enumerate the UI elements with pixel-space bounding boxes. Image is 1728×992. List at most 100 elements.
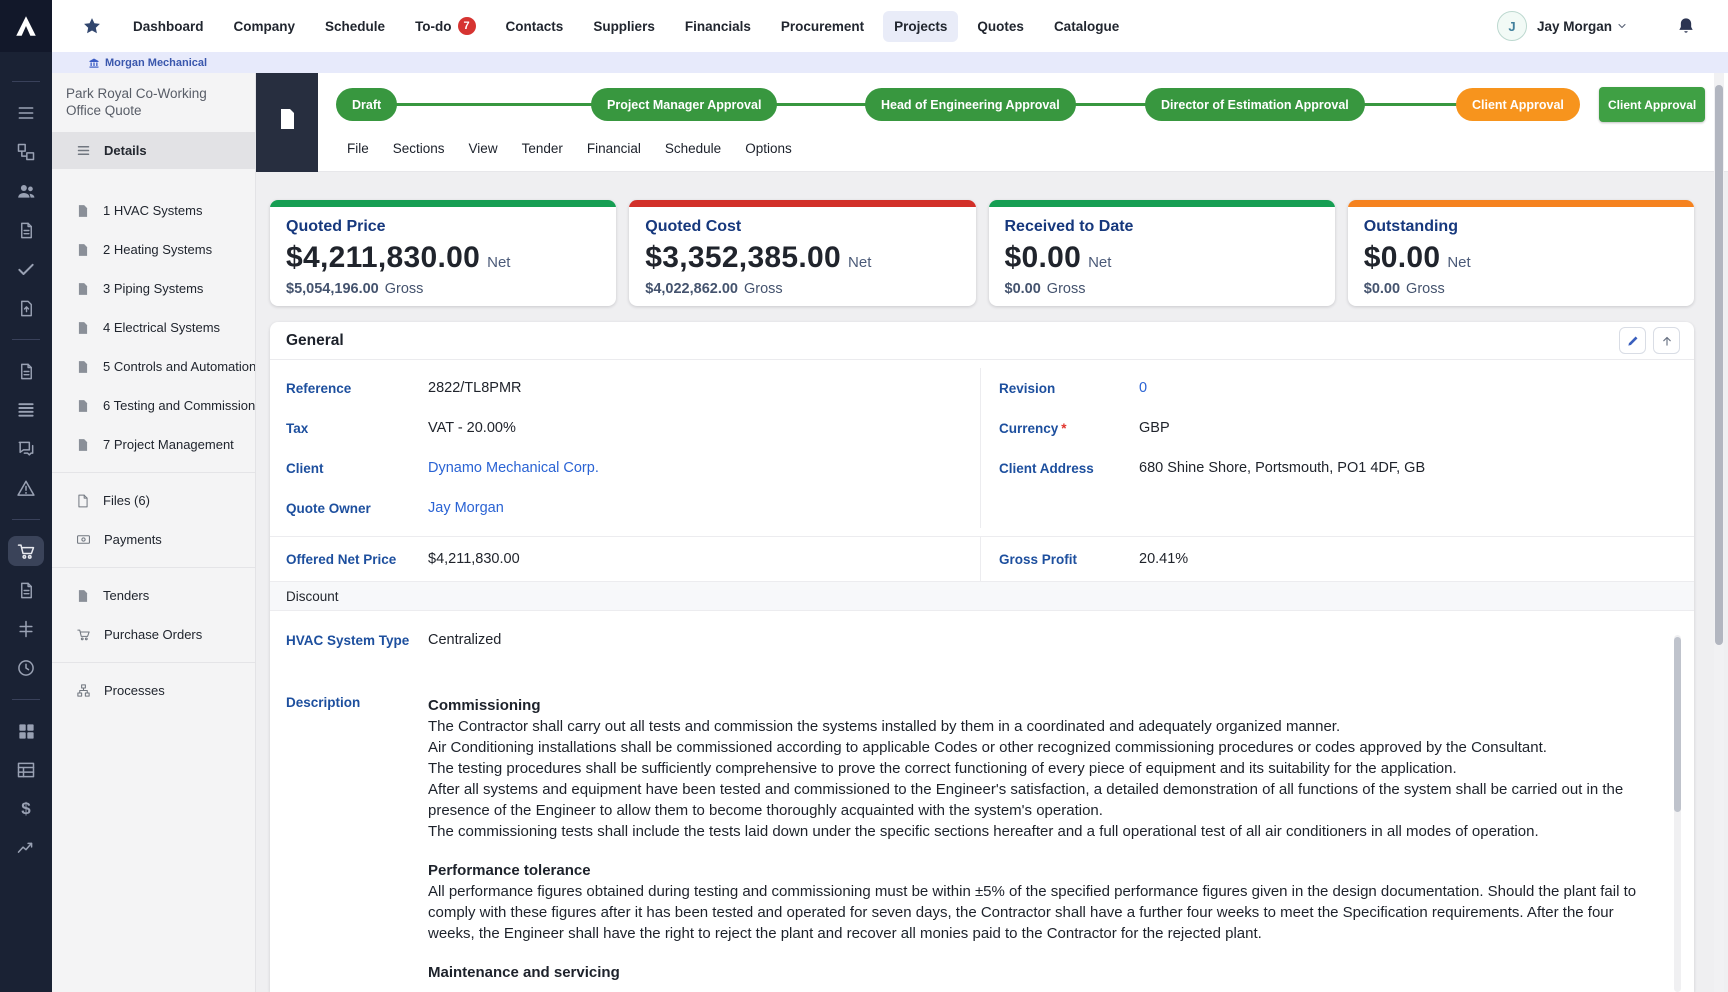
nav-item-catalogue[interactable]: Catalogue [1043,11,1130,42]
sidebar-item-section-5[interactable]: 5 Controls and Automation [52,347,255,386]
adjustments-icon[interactable] [8,614,44,644]
document-icon [275,107,299,131]
sidebar-item-section-7[interactable]: 7 Project Management [52,425,255,464]
cart-icon[interactable] [8,536,44,566]
chevron-down-icon [1616,20,1628,32]
field-quote-owner: Quote OwnerJay Morgan [270,488,980,528]
workflow-step-project-manager-approval[interactable]: Project Manager Approval [591,88,777,121]
nav-item-schedule[interactable]: Schedule [314,11,396,42]
kpi-gross-value: $4,022,862.00 [645,281,738,297]
people-icon[interactable] [8,176,44,206]
kpi-quoted-cost: Quoted Cost $3,352,385.00Net $4,022,862.… [629,200,975,306]
sidebar-tenders-group: Tenders Purchase Orders [52,568,255,662]
grid-icon[interactable] [8,716,44,746]
field-hvac-system-type: HVAC System Type Centralized [270,611,1694,669]
kpi-outstanding: Outstanding $0.00Net $0.00Gross [1348,200,1694,306]
sidebar-item-section-2[interactable]: 2 Heating Systems [52,230,255,269]
user-menu[interactable]: Jay Morgan [1537,19,1628,34]
quote-tab-tile[interactable] [256,73,318,172]
favorite-star-icon[interactable] [82,16,102,36]
kpi-net-value: $0.00 [1364,241,1441,275]
sidebar-item-purchase-orders[interactable]: Purchase Orders [52,615,255,654]
hierarchy-icon[interactable] [8,137,44,167]
dollar-icon[interactable]: $ [8,794,44,824]
app-logo[interactable] [0,0,52,52]
nav-item-suppliers[interactable]: Suppliers [582,11,666,42]
collapse-button[interactable] [1653,327,1680,354]
field-gross-profit: Gross Profit20.41% [981,537,1694,581]
document-icon[interactable] [8,575,44,605]
sidebar-processes-group: Processes [52,663,255,718]
arrow-up-icon [1660,334,1674,348]
sidebar-item-details[interactable]: Details [52,132,255,169]
warning-icon[interactable] [8,473,44,503]
menu-options[interactable]: Options [745,141,792,156]
breadcrumb-company[interactable]: Morgan Mechanical [88,57,207,69]
nav-item-contacts[interactable]: Contacts [495,11,575,42]
document-icon [76,360,90,374]
table-icon[interactable] [8,755,44,785]
sidebar-item-section-1[interactable]: 1 HVAC Systems [52,191,255,230]
workflow-step-client-approval[interactable]: Client Approval [1456,88,1580,121]
nav-item-dashboard[interactable]: Dashboard [122,11,215,42]
workflow-step-director-of-estimation-approval[interactable]: Director of Estimation Approval [1145,88,1365,121]
stack-icon[interactable] [8,395,44,425]
menu-file[interactable]: File [347,141,369,156]
workflow-step-head-of-engineering-approval[interactable]: Head of Engineering Approval [865,88,1076,121]
cart-icon [76,627,91,642]
sidebar-item-section-3[interactable]: 3 Piping Systems [52,269,255,308]
client-approval-button[interactable]: Client Approval [1599,87,1705,122]
kpi-accent-bar [989,200,1335,207]
menu-sections[interactable]: Sections [393,141,445,156]
sidebar-item-section-6[interactable]: 6 Testing and Commissioning [52,386,255,425]
description-scrollbar-thumb[interactable] [1674,637,1681,812]
field-revision: Revision0 [981,368,1694,408]
page-scrollbar-thumb[interactable] [1715,85,1723,645]
trend-icon[interactable] [8,833,44,863]
chat-icon[interactable] [8,434,44,464]
document-icon [76,321,90,335]
nav-item-projects[interactable]: Projects [883,11,958,42]
menu-financial[interactable]: Financial [587,141,641,156]
document-icon[interactable] [8,215,44,245]
menu-view[interactable]: View [469,141,498,156]
description-text: Commissioning The Contractor shall carry… [428,695,1649,983]
quote-owner-link[interactable]: Jay Morgan [428,500,504,516]
workflow-step-draft[interactable]: Draft [336,88,397,121]
rail-divider [12,699,40,700]
sidebar-item-section-4[interactable]: 4 Electrical Systems [52,308,255,347]
kpi-cards: Quoted Price $4,211,830.00Net $5,054,196… [270,200,1694,306]
breadcrumb-bar: Morgan Mechanical [52,52,1728,73]
main-content: Draft Project Manager Approval Head of E… [256,73,1728,992]
price-fields: Offered Net Price$4,211,830.00 Gross Pro… [270,537,1694,581]
document-icon[interactable] [8,356,44,386]
document-upload-icon[interactable] [8,293,44,323]
sidebar-item-payments[interactable]: Payments [52,520,255,559]
revision-link[interactable]: 0 [1139,380,1147,396]
nav-item-financials[interactable]: Financials [674,11,762,42]
user-avatar[interactable]: J [1497,11,1527,41]
edit-button[interactable] [1619,327,1646,354]
nav-items: Dashboard Company Schedule To-do7 Contac… [122,9,1130,43]
page-scrollbar [1714,73,1724,992]
client-link[interactable]: Dynamo Mechanical Corp. [428,460,599,476]
field-currency: Currency*GBP [981,408,1694,448]
sidebar-item-files[interactable]: Files (6) [52,481,255,520]
notifications-bell-icon[interactable] [1676,16,1696,36]
nav-item-procurement[interactable]: Procurement [770,11,875,42]
list-icon[interactable] [8,98,44,128]
clock-icon[interactable] [8,653,44,683]
nav-right: J Jay Morgan [1497,11,1696,41]
kpi-net-value: $4,211,830.00 [286,241,480,275]
check-icon[interactable] [8,254,44,284]
kpi-accent-bar [1348,200,1694,207]
nav-item-todo[interactable]: To-do7 [404,9,486,43]
nav-item-company[interactable]: Company [223,11,307,42]
sidebar-item-tenders[interactable]: Tenders [52,576,255,615]
nav-item-quotes[interactable]: Quotes [966,11,1035,42]
field-description: Description Commissioning The Contractor… [270,669,1694,983]
building-icon [88,57,100,69]
menu-schedule[interactable]: Schedule [665,141,721,156]
menu-tender[interactable]: Tender [522,141,563,156]
sidebar-item-processes[interactable]: Processes [52,671,255,710]
